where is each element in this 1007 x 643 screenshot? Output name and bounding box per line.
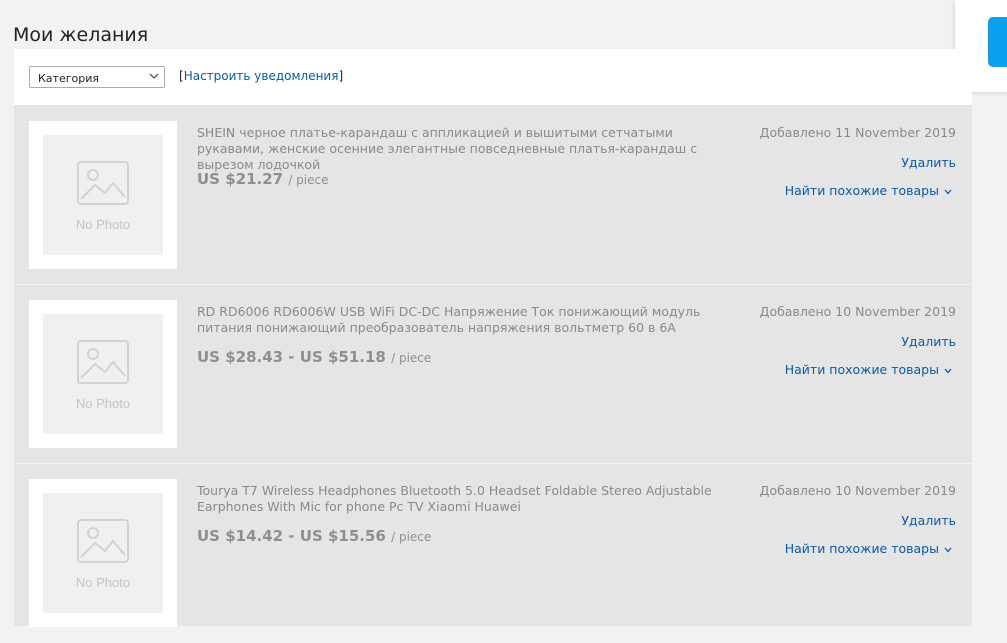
- added-date: Добавлено 11 November 2019: [759, 125, 956, 140]
- product-price: US $21.27 / piece: [197, 170, 329, 188]
- chevron-down-icon: [944, 368, 952, 373]
- find-similar-button[interactable]: Найти похожие товары: [785, 183, 952, 198]
- wishlist-toolbar: Категория [Настроить уведомления]: [14, 49, 972, 106]
- product-title[interactable]: RD RD6006 RD6006W USB WiFi DC-DC Напряже…: [197, 304, 742, 336]
- price-value: US $14.42 - US $15.56: [197, 527, 386, 545]
- image-placeholder-icon: [77, 519, 129, 563]
- price-value: US $21.27: [197, 170, 284, 188]
- list-item: No Photo Tourya T7 Wireless Headphones B…: [14, 464, 972, 643]
- price-unit: / piece: [391, 530, 432, 544]
- price-unit: / piece: [391, 351, 432, 365]
- chevron-down-icon: [149, 73, 159, 79]
- product-price: US $28.43 - US $51.18 / piece: [197, 348, 431, 366]
- category-select[interactable]: Категория: [29, 66, 165, 88]
- product-thumbnail[interactable]: No Photo: [29, 479, 177, 627]
- side-action-button[interactable]: [988, 17, 1007, 67]
- list-item: No Photo RD RD6006 RD6006W USB WiFi DC-D…: [14, 285, 972, 464]
- product-title[interactable]: Tourya T7 Wireless Headphones Bluetooth …: [197, 483, 742, 515]
- chevron-down-icon: [944, 189, 952, 194]
- category-select-value: Категория: [38, 72, 99, 85]
- delete-button[interactable]: Удалить: [901, 513, 956, 528]
- product-thumbnail[interactable]: No Photo: [29, 300, 177, 448]
- list-item: No Photo SHEIN черное платье-карандаш с …: [14, 106, 972, 285]
- find-similar-label: Найти похожие товары: [784, 362, 939, 377]
- product-price: US $14.42 - US $15.56 / piece: [197, 527, 431, 545]
- price-value: US $28.43 - US $51.18: [197, 348, 386, 366]
- find-similar-label: Найти похожие товары: [784, 541, 939, 556]
- image-placeholder-icon: [77, 340, 129, 384]
- product-title[interactable]: SHEIN черное платье-карандаш с аппликаци…: [197, 125, 742, 173]
- added-date: Добавлено 10 November 2019: [759, 483, 956, 498]
- wishlist-items: No Photo SHEIN черное платье-карандаш с …: [14, 106, 972, 643]
- product-thumbnail[interactable]: No Photo: [29, 121, 177, 269]
- no-photo-label: No Photo: [75, 575, 131, 590]
- delete-button[interactable]: Удалить: [901, 155, 956, 170]
- delete-button[interactable]: Удалить: [901, 334, 956, 349]
- no-photo-label: No Photo: [75, 396, 131, 411]
- image-placeholder-icon: [77, 161, 129, 205]
- find-similar-button[interactable]: Найти похожие товары: [785, 362, 952, 377]
- find-similar-label: Найти похожие товары: [784, 183, 939, 198]
- find-similar-button[interactable]: Найти похожие товары: [785, 541, 952, 556]
- added-date: Добавлено 10 November 2019: [759, 304, 956, 319]
- price-unit: / piece: [288, 173, 329, 187]
- notification-settings: [Настроить уведомления]: [179, 69, 343, 83]
- notification-settings-link[interactable]: Настроить уведомления: [184, 69, 339, 83]
- bracket-close: ]: [338, 69, 344, 83]
- no-photo-label: No Photo: [75, 217, 131, 232]
- page-title: Мои желания: [13, 23, 149, 46]
- chevron-down-icon: [944, 547, 952, 552]
